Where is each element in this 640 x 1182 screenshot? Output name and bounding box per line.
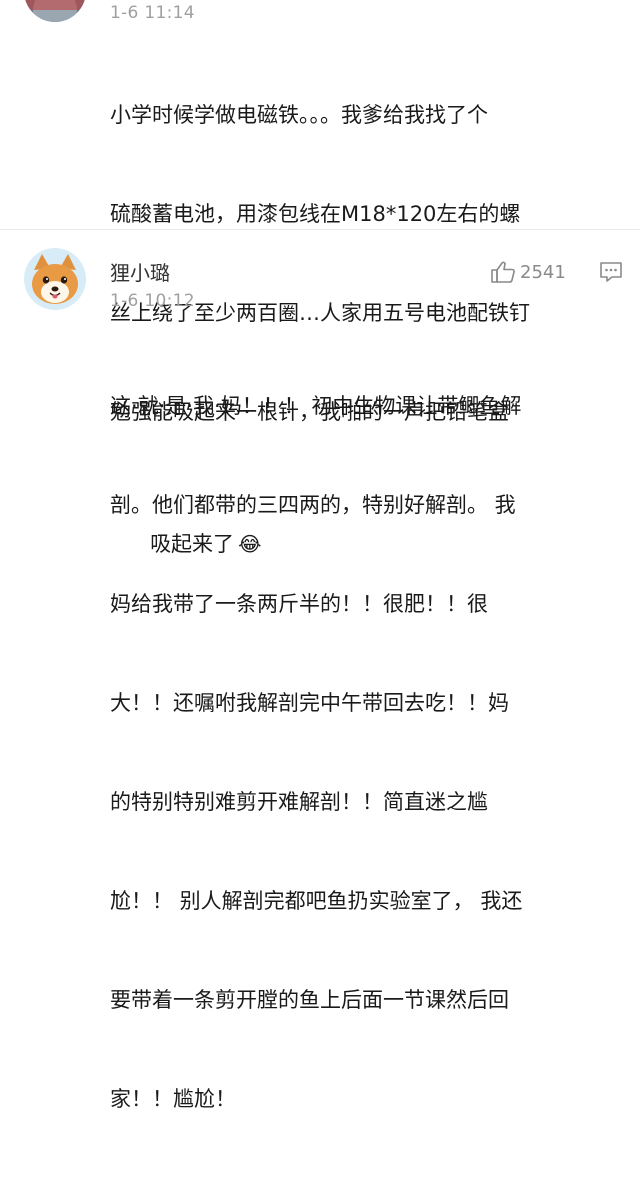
comment-line: 这·就·是·我·妈！！！ 初中生物课让带鲫鱼解 (110, 394, 522, 418)
comment-line: 家！！尴尬！ (110, 1087, 236, 1111)
comment-line: 妈给我带了一条两斤半的！！很肥！！很 (110, 592, 488, 616)
comment-line: 硫酸蓄电池，用漆包线在M18*120左右的螺 (110, 202, 521, 226)
reply-button[interactable] (598, 260, 624, 288)
comment-line: 剖。他们都带的三四两的，特别好解剖。 我 (110, 493, 516, 517)
comment-line: 尬！！ 别人解剖完都吧鱼扔实验室了， 我还 (110, 889, 523, 913)
avatar-image (24, 0, 86, 22)
comment-line: 小学时候学做电磁铁。。。我爹给我找了个 (110, 103, 488, 127)
comment-line: 大！！还嘱咐我解剖完中午带回去吃！！妈 (110, 691, 509, 715)
like-count: 2541 (520, 261, 566, 283)
avatar[interactable] (24, 0, 86, 22)
shiba-dog-avatar-icon (24, 248, 86, 310)
thumbs-up-icon (491, 261, 515, 283)
comment-line: 的特别特别难剪开难解剖！！简直迷之尴 (110, 790, 488, 814)
comment-bubble-icon (600, 262, 622, 282)
divider (0, 229, 640, 230)
username[interactable]: 狸小璐 (110, 257, 170, 286)
like-button[interactable]: 2541 (490, 260, 566, 284)
comment-timestamp: 1-6 11:14 (110, 3, 195, 23)
comment-line: 要带着一条剪开膛的鱼上后面一节课然后回 (110, 988, 509, 1012)
comment-timestamp: 1-6 10:12 (110, 291, 195, 311)
comment-body: 这·就·是·我·妈！！！ 初中生物课让带鲫鱼解 剖。他们都带的三四两的，特别好解… (110, 324, 630, 1182)
avatar[interactable] (24, 248, 86, 310)
